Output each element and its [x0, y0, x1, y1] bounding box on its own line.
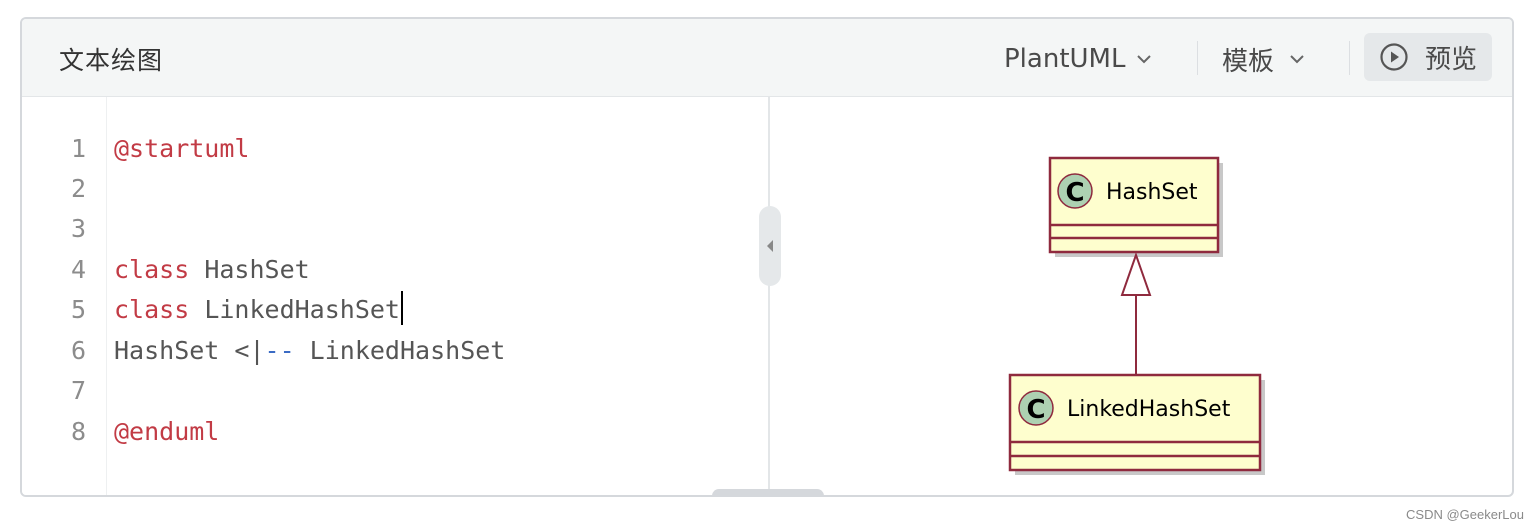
class-name-hashset: HashSet [1106, 180, 1198, 205]
code-token-identifier: LinkedHashSet [294, 336, 506, 365]
line-number: 6 [70, 336, 86, 365]
inheritance-arrow [1120, 251, 1152, 374]
template-dropdown[interactable]: 模板 [1222, 37, 1310, 81]
line-number: 3 [70, 214, 86, 243]
panel-title: 文本绘图 [59, 46, 164, 75]
code-line[interactable]: @startuml [114, 129, 249, 169]
language-dropdown-label: PlantUML [1004, 44, 1126, 74]
code-token-identifier: HashSet <| [114, 336, 265, 365]
line-number: 7 [70, 376, 86, 405]
uml-class-diagram: C HashSet C LinkedHashSet [1008, 156, 1265, 475]
code-editor[interactable]: 1 2 3 4 5 6 7 8 @startuml class HashSet … [22, 97, 768, 495]
chevron-down-icon [1135, 48, 1157, 70]
text-drawing-panel: 文本绘图 PlantUML 模板 预览 1 2 3 4 5 6 7 8 @sta… [20, 17, 1514, 497]
code-token-identifier: LinkedHashSet [189, 295, 400, 324]
code-line[interactable]: class HashSet [114, 250, 310, 290]
class-name-linkedhashset: LinkedHashSet [1067, 397, 1231, 422]
code-line[interactable]: HashSet <|-- LinkedHashSet [114, 331, 505, 371]
line-number: 4 [70, 255, 86, 284]
language-dropdown[interactable]: PlantUML [1004, 37, 1157, 81]
header-divider [1197, 41, 1198, 75]
template-dropdown-label: 模板 [1222, 46, 1275, 77]
class-stereotype-letter: C [1065, 178, 1084, 208]
line-number: 8 [70, 417, 86, 446]
header-divider [1349, 41, 1350, 75]
code-token-keyword: class [114, 295, 190, 324]
line-number: 1 [70, 134, 86, 163]
code-token-keyword: class [114, 255, 190, 284]
class-box-linkedhashset: C LinkedHashSet [1008, 373, 1265, 475]
preview-button[interactable]: 预览 [1364, 33, 1492, 81]
code-line[interactable]: class LinkedHashSet [114, 290, 403, 330]
code-line[interactable]: @enduml [114, 412, 219, 452]
code-token-identifier: HashSet [189, 255, 310, 284]
line-number: 2 [70, 174, 86, 203]
line-number-gutter: 1 2 3 4 5 6 7 8 [22, 97, 107, 495]
watermark: CSDN @GeekerLou [1406, 507, 1524, 522]
panel-header: 文本绘图 PlantUML 模板 预览 [22, 19, 1512, 97]
preview-button-label: 预览 [1424, 44, 1477, 75]
class-stereotype-letter: C [1026, 395, 1045, 425]
line-number: 5 [70, 295, 86, 324]
code-token-directive: @enduml [114, 417, 220, 446]
horizontal-resize-handle[interactable] [712, 489, 824, 495]
text-cursor [400, 291, 403, 325]
code-token-operator: -- [264, 336, 295, 365]
play-circle-icon [1379, 42, 1409, 72]
code-token-directive: @startuml [114, 134, 250, 163]
chevron-down-icon [1288, 48, 1310, 70]
class-box-hashset: C HashSet [1048, 156, 1223, 257]
diagram-preview: C HashSet C LinkedHashSet [770, 97, 1512, 495]
